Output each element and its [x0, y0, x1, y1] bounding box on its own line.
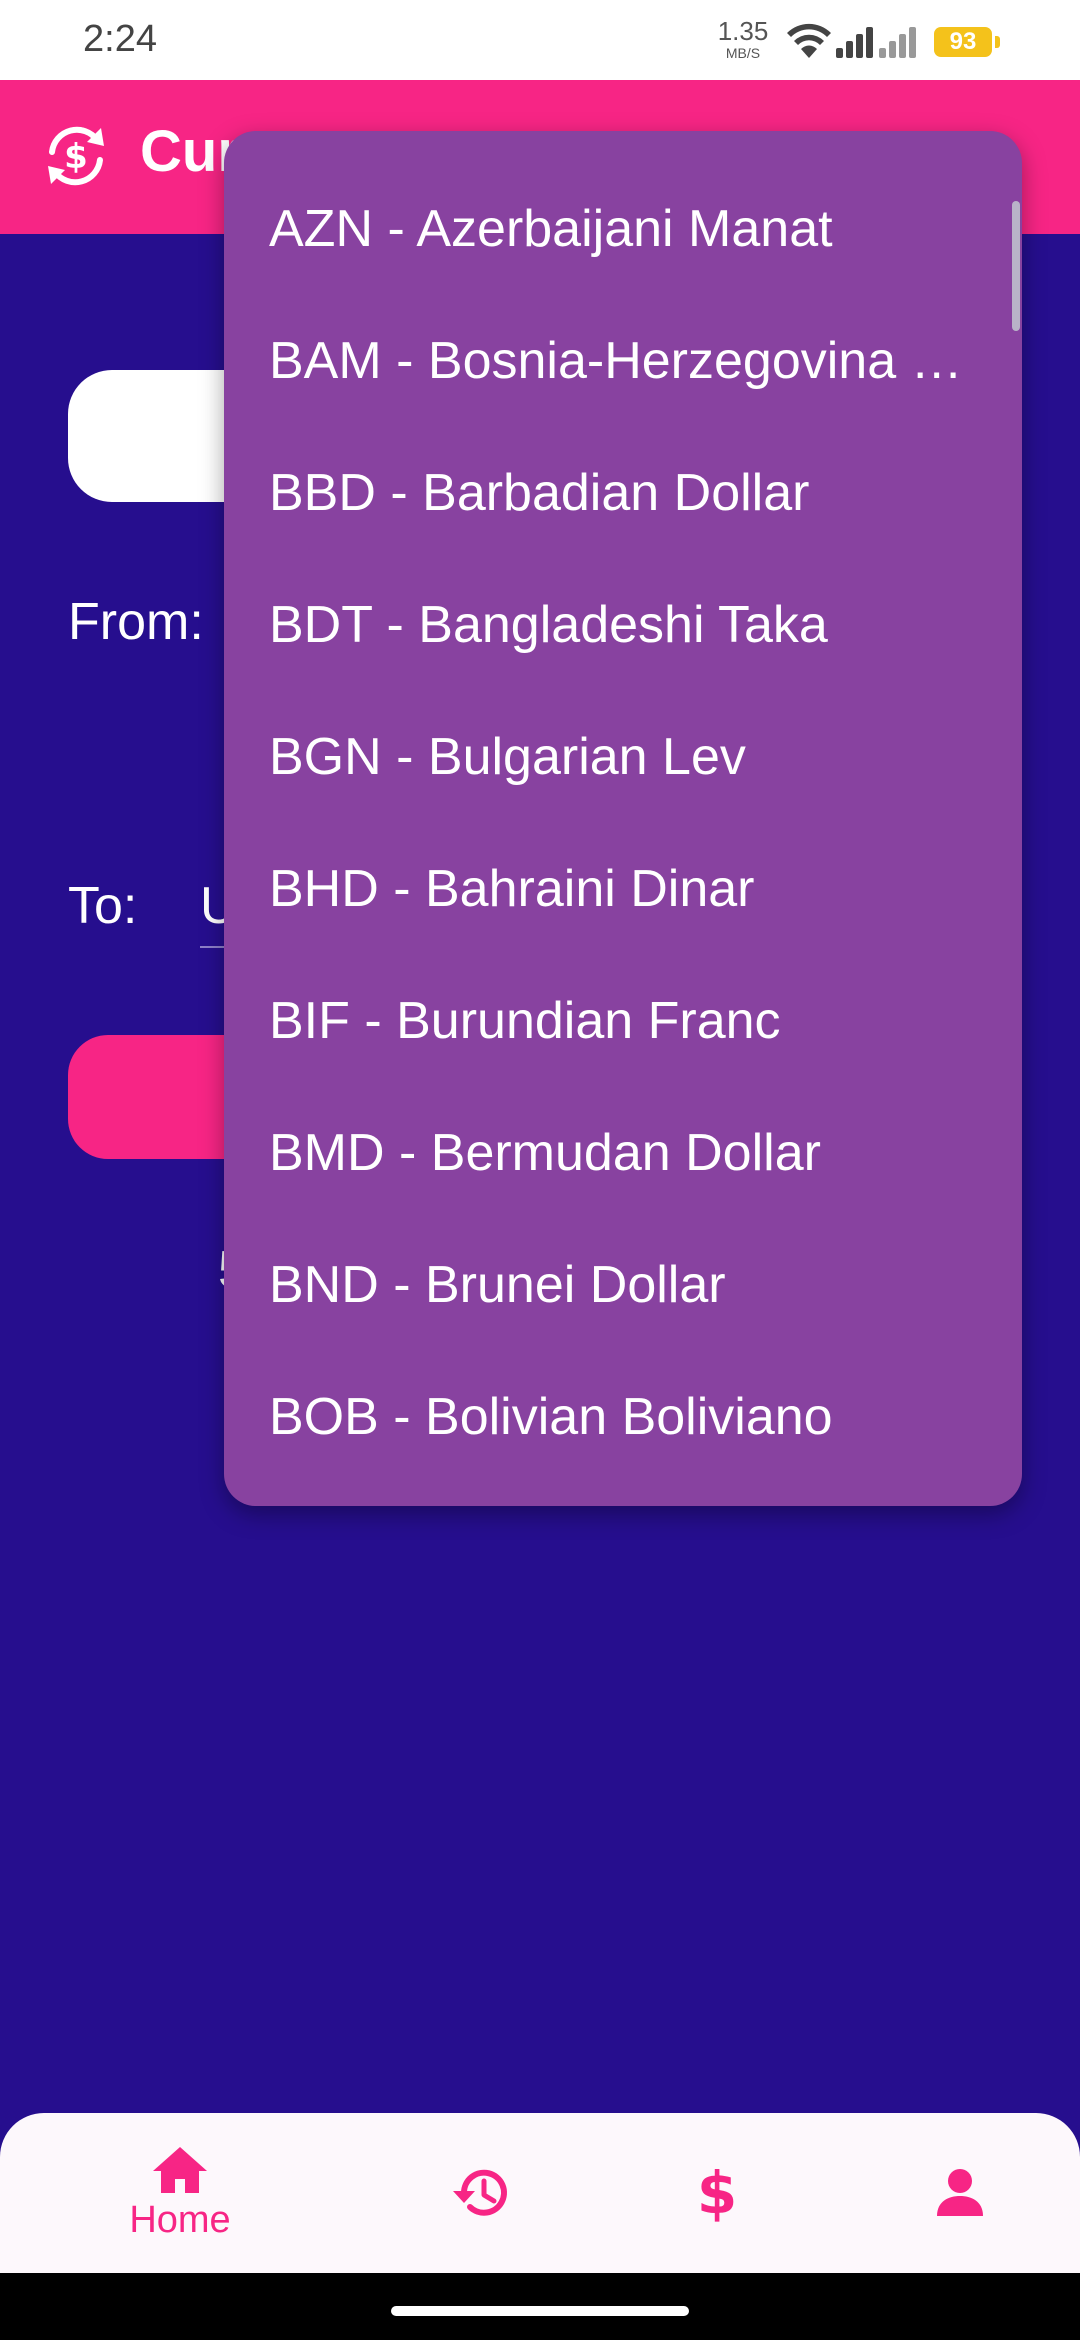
gesture-handle[interactable] — [391, 2306, 689, 2316]
network-speed: 1.35 MB/S — [716, 18, 770, 60]
svg-text:$: $ — [64, 137, 88, 177]
currency-option-bhd[interactable]: BHD - Bahraini Dinar — [224, 823, 1022, 955]
dropdown-scrollbar[interactable] — [1012, 201, 1020, 331]
nav-history[interactable] — [400, 2113, 560, 2273]
dollar-icon: $ — [697, 2163, 737, 2223]
to-label: To: — [68, 877, 138, 935]
currency-option-bmd[interactable]: BMD - Bermudan Dollar — [224, 1087, 1022, 1219]
person-icon — [937, 2169, 983, 2216]
currency-option-bdt[interactable]: BDT - Bangladeshi Taka — [224, 559, 1022, 691]
nav-home[interactable]: Home — [100, 2113, 260, 2273]
history-icon — [453, 2169, 507, 2216]
nav-currency[interactable]: $ — [637, 2113, 797, 2273]
nav-home-label: Home — [129, 2198, 231, 2241]
network-speed-value: 1.35 — [717, 16, 769, 46]
home-icon — [153, 2146, 207, 2193]
battery-tip — [995, 36, 1000, 48]
currency-dropdown-menu[interactable]: AZN - Azerbaijani Manat BAM - Bosnia-Her… — [224, 131, 1022, 1506]
svg-text:$: $ — [697, 2163, 737, 2223]
bottom-navigation: Home $ — [0, 2113, 1080, 2273]
status-time: 2:24 — [83, 18, 157, 60]
currency-option-bif[interactable]: BIF - Burundian Franc — [224, 955, 1022, 1087]
battery-indicator: 93 — [934, 27, 992, 57]
signal-icon — [836, 27, 916, 58]
currency-option-bgn[interactable]: BGN - Bulgarian Lev — [224, 691, 1022, 823]
status-bar: 2:24 1.35 MB/S 93 — [0, 0, 1080, 80]
from-label: From: — [68, 593, 204, 651]
currency-option-bam[interactable]: BAM - Bosnia-Herzegovina … — [224, 295, 1022, 427]
currency-option-azn[interactable]: AZN - Azerbaijani Manat — [224, 163, 1022, 295]
currency-option-list: AZN - Azerbaijani Manat BAM - Bosnia-Her… — [224, 163, 1022, 1483]
currency-option-bnd[interactable]: BND - Brunei Dollar — [224, 1219, 1022, 1351]
wifi-icon — [787, 23, 831, 58]
currency-option-bbd[interactable]: BBD - Barbadian Dollar — [224, 427, 1022, 559]
network-speed-unit: MB/S — [725, 45, 761, 61]
nav-profile[interactable] — [880, 2113, 1040, 2273]
currency-option-bob[interactable]: BOB - Bolivian Boliviano — [224, 1351, 1022, 1483]
currency-exchange-icon: $ — [48, 126, 104, 186]
